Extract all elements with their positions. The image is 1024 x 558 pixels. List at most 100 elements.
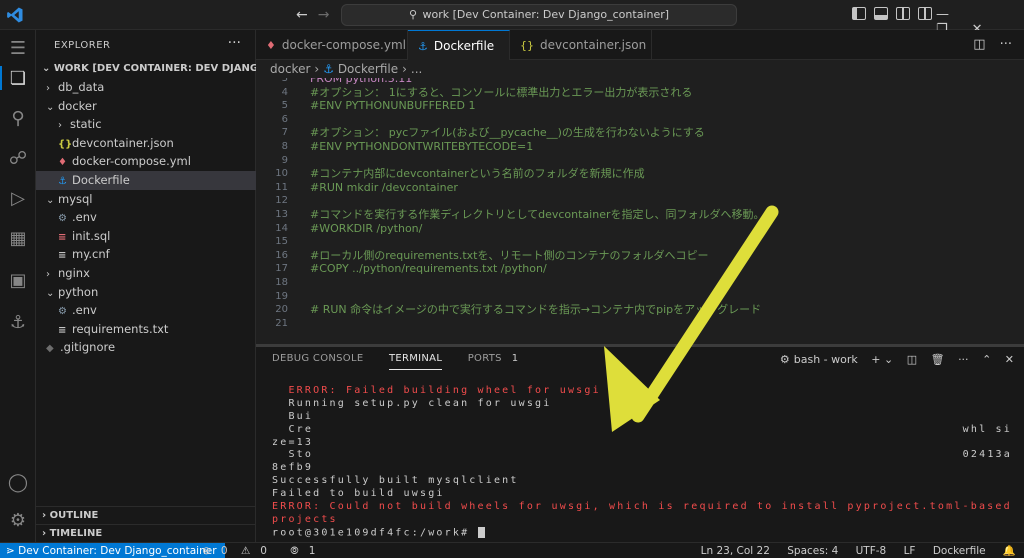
explorer-icon[interactable]: ❏ (6, 66, 30, 90)
search-icon: ⚲ (408, 8, 418, 21)
customize-layout-icon[interactable] (918, 7, 932, 20)
terminal-text: Successfully built mysqlclient (272, 475, 519, 487)
tree-item-label: .gitignore (60, 340, 116, 355)
line-number: 9 (281, 154, 288, 166)
more-actions-icon[interactable]: ··· (958, 353, 969, 366)
encoding[interactable]: UTF-8 (856, 545, 887, 557)
end-of-line[interactable]: LF (904, 545, 916, 557)
code-line: 10 #コンテナ内部にdevcontainerという名前のフォルダを新規に作成 (256, 167, 1024, 181)
workspace-root[interactable]: ⌄ WORK [DEV CONTAINER: DEV DJANGO_CO... (36, 60, 256, 78)
terminal-line: Running setup.py clean for uwsgi (272, 398, 1012, 411)
more-actions-icon[interactable]: ··· (228, 35, 241, 51)
notifications-bell-icon[interactable]: 🔔 (1003, 545, 1016, 557)
tree-folder[interactable]: ⌄ docker (36, 97, 256, 116)
terminal-text: projects (272, 513, 338, 525)
tree-file[interactable]: {}devcontainer.json (36, 134, 256, 153)
cursor-position[interactable]: Ln 23, Col 22 (701, 545, 770, 557)
tree-file[interactable]: ♦ docker-compose.yml (36, 152, 256, 171)
split-terminal-icon[interactable]: ◫ (907, 353, 917, 366)
tree-file[interactable]: ≡ init.sql (36, 227, 256, 246)
code-line: 4 #オプション： 1にすると、コンソールに標準出力とエラー出力が表示される (256, 86, 1024, 100)
tree-file[interactable]: ≡ requirements.txt (36, 320, 256, 339)
outline-section[interactable]: › OUTLINE (36, 506, 256, 524)
terminal-text-right: whl si (962, 423, 1012, 435)
tree-file[interactable]: ⚙ .env (36, 208, 256, 227)
split-editor-icon[interactable]: ◫ (973, 37, 985, 52)
tree-file[interactable]: ≡ my.cnf (36, 245, 256, 264)
line-number: 13 (275, 209, 288, 220)
command-center-search[interactable]: ⚲ work [Dev Container: Dev Django_contai… (341, 4, 737, 26)
tab-ports[interactable]: PORTS 1 (468, 353, 519, 369)
code-text: #ENV PYTHONUNBUFFERED 1 (310, 99, 476, 113)
new-terminal-icon[interactable]: + ⌄ (871, 353, 893, 366)
tree-folder[interactable]: ⌄ mysql (36, 190, 256, 209)
toggle-panel-icon[interactable] (874, 7, 888, 20)
tree-file[interactable]: ⚓ Dockerfile (36, 170, 256, 190)
back-arrow-icon[interactable]: ← (296, 7, 308, 23)
indentation[interactable]: Spaces: 4 (787, 545, 838, 557)
tree-item-label: devcontainer.json (72, 135, 174, 150)
search-view-icon[interactable]: ⚲ (6, 106, 30, 130)
remote-indicator[interactable]: ⋗ Dev Container: Dev Django_container (0, 543, 225, 558)
toggle-secondary-sidebar-icon[interactable] (896, 7, 910, 20)
minimize-icon[interactable]: — (936, 7, 949, 22)
shell-label[interactable]: bash - work (794, 353, 858, 366)
problems-indicator[interactable]: ⊗ 0 ⚠ 0 (202, 545, 277, 557)
json-file-icon: {} (520, 39, 534, 52)
trash-icon[interactable]: 🗑 (931, 353, 945, 366)
close-panel-icon[interactable]: ✕ (1005, 353, 1014, 366)
forward-arrow-icon[interactable]: → (318, 7, 330, 23)
editor-actions: ◫ ··· (959, 37, 1012, 52)
tree-file[interactable]: ⚙ .env (36, 301, 256, 320)
tab-docker-compose[interactable]: ♦ docker-compose.yml (256, 30, 408, 60)
tree-item-label: my.cnf (72, 247, 110, 262)
tree-file[interactable]: ◆ .gitignore (36, 338, 256, 357)
tab-devcontainer[interactable]: {} devcontainer.json (510, 30, 652, 60)
more-actions-icon[interactable]: ··· (1000, 37, 1012, 52)
terminal-line: Bui (272, 411, 1012, 424)
run-debug-icon[interactable]: ▷ (6, 186, 30, 210)
breadcrumb-more[interactable]: ... (411, 62, 422, 76)
tree-folder[interactable]: ⌄ python (36, 283, 256, 302)
navigation-arrows: ← → (296, 7, 339, 23)
ports-indicator[interactable]: ⦾ 1 (290, 545, 325, 557)
terminal-line: ERROR: Could not build wheels for uwsgi,… (272, 501, 1012, 514)
terminal-text: Sto (272, 449, 314, 461)
terminal-output[interactable]: ERROR: Failed building wheel for uwsgi R… (272, 385, 1012, 540)
code-text: #コマンドを実行する作業ディレクトリとしてdevcontainerを指定し、同フ… (310, 208, 765, 221)
code-line: 9 (256, 154, 1024, 168)
terminal-line: projects (272, 514, 1012, 527)
tree-item-label: docker (58, 98, 97, 113)
language-mode[interactable]: Dockerfile (933, 545, 986, 557)
extensions-icon[interactable]: ▦ (6, 226, 30, 250)
line-number: 10 (275, 168, 288, 180)
terminal-text-right: 02413a (962, 449, 1012, 461)
remote-explorer-icon[interactable]: ▣ (6, 268, 30, 292)
terminal-prompt-line[interactable]: root@301e109df4fc:/work# (272, 526, 1012, 540)
manage-gear-icon[interactable]: ⚙ (6, 508, 30, 532)
line-number: 21 (275, 317, 288, 329)
maximize-panel-icon[interactable]: ⌃ (982, 353, 991, 366)
line-number: 5 (281, 100, 288, 112)
tab-terminal[interactable]: TERMINAL (388, 353, 443, 370)
tab-dockerfile[interactable]: ⚓ Dockerfile (408, 30, 510, 60)
vscode-logo-icon (7, 7, 23, 23)
breadcrumb-file[interactable]: Dockerfile (338, 62, 398, 76)
timeline-section[interactable]: › TIMELINE (36, 524, 256, 542)
account-icon[interactable]: ◯ (6, 470, 30, 494)
terminal-line: ERROR: Failed building wheel for uwsgi (272, 385, 1012, 398)
menu-icon[interactable]: ☰ (6, 36, 30, 60)
tree-item-label: .env (72, 303, 97, 318)
tree-folder[interactable]: › static (36, 115, 256, 134)
tree-folder[interactable]: › nginx (36, 264, 256, 283)
tree-folder[interactable]: › db_data (36, 78, 256, 97)
toggle-primary-sidebar-icon[interactable] (852, 7, 866, 20)
code-line: 17 #COPY ../python/requirements.txt /pyth… (256, 262, 1024, 276)
breadcrumb-folder[interactable]: docker (270, 62, 310, 76)
tree-item-label: mysql (58, 191, 93, 206)
code-line: 7 #オプション： pycファイル(および__pycache__)の生成を行わない… (256, 126, 1024, 140)
tab-debug-console[interactable]: DEBUG CONSOLE (272, 353, 363, 369)
code-editor[interactable]: 3 FROM python:3.11 4 #オプション： 1にすると、コンソールに標準… (256, 78, 1024, 344)
docker-icon[interactable]: ⚓ (6, 310, 30, 334)
source-control-icon[interactable]: ☍ (6, 146, 30, 170)
